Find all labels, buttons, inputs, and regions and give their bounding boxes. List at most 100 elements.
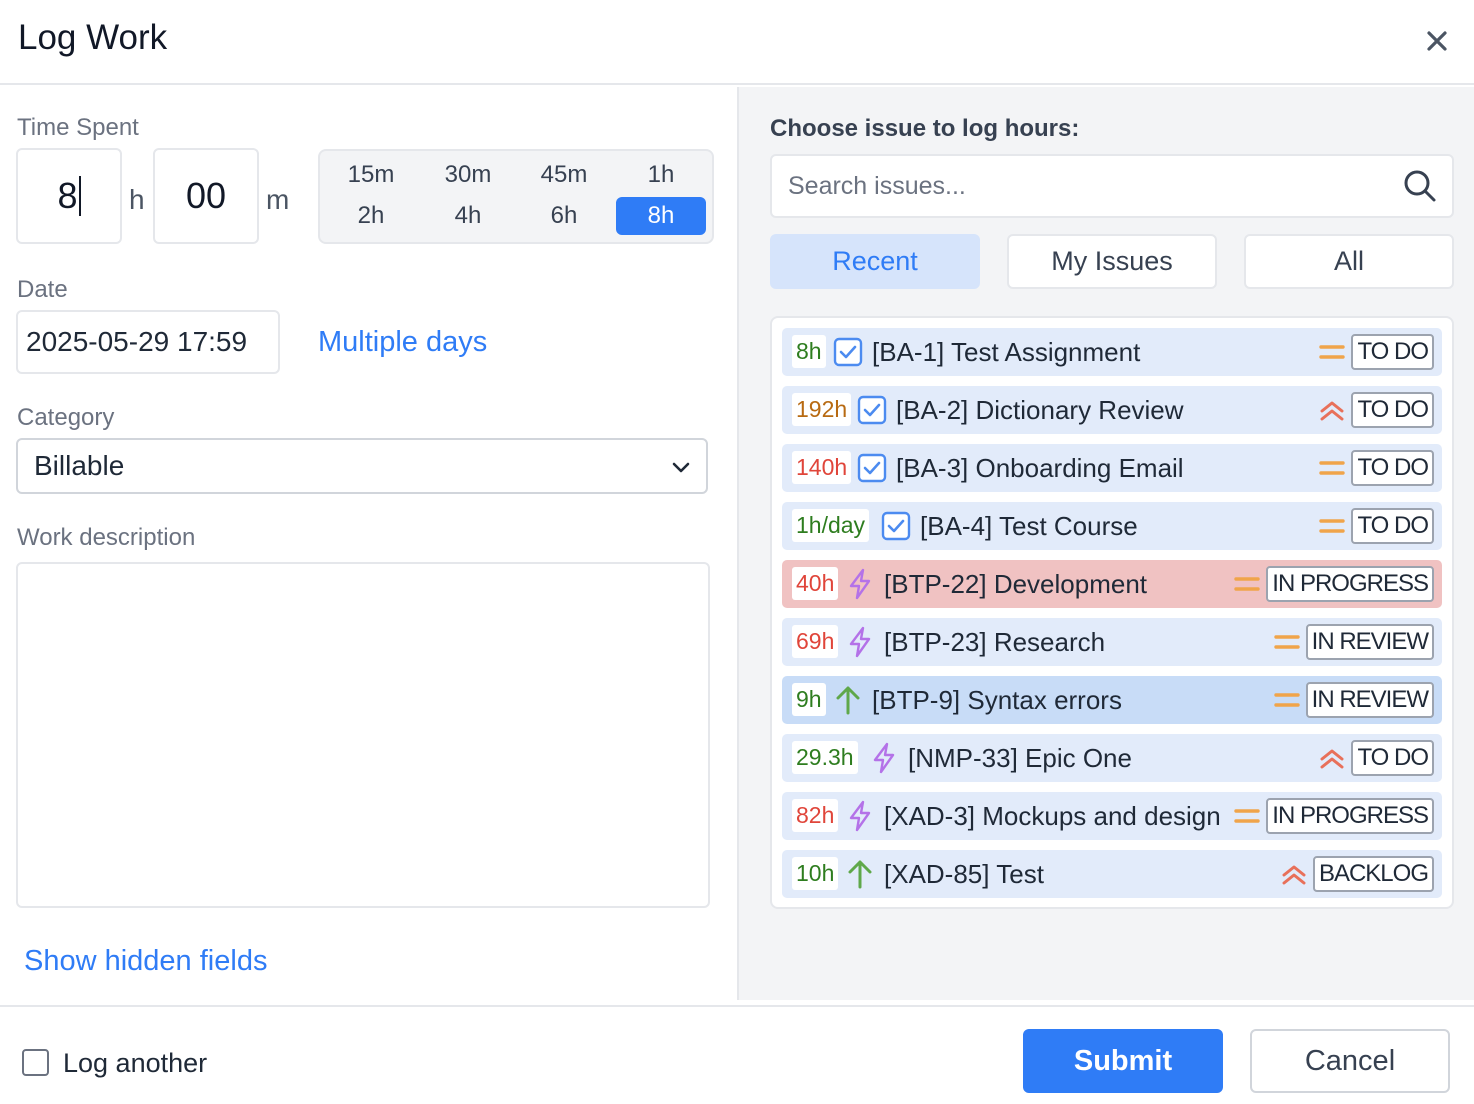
issue-row[interactable]: 1h/day [BA-4] Test Course TO DO [782, 502, 1442, 550]
issue-title: [BTP-9] Syntax errors [872, 685, 1122, 715]
dialog-header: Log Work [0, 0, 1474, 85]
hours-input[interactable]: 8 [16, 148, 122, 244]
preset-45m[interactable]: 45m [519, 156, 609, 194]
issue-hours-badge: 192h [792, 393, 852, 426]
close-button[interactable] [1418, 22, 1456, 60]
checkbox-icon [880, 510, 912, 542]
issue-hours-badge: 69h [792, 625, 839, 658]
issue-status-badge: IN PROGRESS [1266, 566, 1434, 602]
issue-row[interactable]: 10h [XAD-85] Test BACKLOG [782, 850, 1442, 898]
log-another-checkbox[interactable] [22, 1049, 49, 1076]
issue-status-badge: BACKLOG [1312, 856, 1434, 892]
minutes-input[interactable]: 00 [153, 148, 259, 244]
preset-8h[interactable]: 8h [616, 197, 706, 235]
issue-title: [BA-3] Onboarding Email [896, 453, 1184, 483]
issue-hours-badge: 10h [792, 857, 839, 890]
issue-row[interactable]: 82h [XAD-3] Mockups and design IN PROGRESS [782, 792, 1442, 840]
issue-picker-label: Choose issue to log hours: [770, 115, 1080, 142]
category-label: Category [17, 404, 115, 431]
issue-row[interactable]: 9h [BTP-9] Syntax errors IN REVIEW [782, 676, 1442, 724]
tab-recent[interactable]: Recent [770, 234, 980, 289]
lightning-icon [868, 742, 900, 774]
lightning-icon [844, 626, 876, 658]
hours-unit: h [129, 184, 145, 215]
issue-status-badge: TO DO [1351, 740, 1434, 776]
work-description-label: Work description [17, 524, 196, 551]
time-spent-label: Time Spent [17, 114, 139, 141]
issue-status-badge: TO DO [1351, 450, 1434, 486]
priority-medium-icon [1319, 514, 1345, 538]
log-form-panel: Time Spent 8 h 00 m 15m 30m 45m 1h 2h 4h… [0, 87, 737, 1005]
preset-15m[interactable]: 15m [326, 156, 416, 194]
priority-medium-icon [1319, 340, 1345, 364]
lightning-icon [844, 568, 876, 600]
arrow-up-icon [832, 684, 864, 716]
issue-title: [BA-4] Test Course [920, 511, 1138, 541]
category-value: Billable [34, 450, 125, 481]
issue-hours-badge: 29.3h [792, 741, 858, 774]
tab-all[interactable]: All [1244, 234, 1454, 289]
issue-status-badge: IN REVIEW [1305, 682, 1434, 718]
issue-search [770, 154, 1454, 218]
close-icon [1427, 31, 1447, 51]
lightning-icon [844, 800, 876, 832]
show-hidden-fields-link[interactable]: Show hidden fields [24, 945, 267, 978]
issue-status-badge: TO DO [1351, 392, 1434, 428]
issue-title: [BTP-22] Development [884, 569, 1148, 599]
tab-my-issues[interactable]: My Issues [1007, 234, 1217, 289]
issue-status-badge: TO DO [1351, 334, 1434, 370]
issue-row[interactable]: 29.3h [NMP-33] Epic One TO DO [782, 734, 1442, 782]
issue-row[interactable]: 140h [BA-3] Onboarding Email TO DO [782, 444, 1442, 492]
time-presets: 15m 30m 45m 1h 2h 4h 6h 8h [318, 149, 714, 244]
issue-hours-badge: 9h [792, 683, 826, 716]
preset-4h[interactable]: 4h [423, 197, 513, 235]
work-description-input[interactable] [16, 562, 710, 908]
search-icon[interactable] [1402, 168, 1438, 204]
submit-button[interactable]: Submit [1023, 1029, 1223, 1093]
cancel-button[interactable]: Cancel [1250, 1029, 1450, 1093]
preset-6h[interactable]: 6h [519, 197, 609, 235]
checkbox-icon [856, 394, 888, 426]
issue-hours-badge: 140h [792, 451, 852, 484]
priority-medium-icon [1274, 688, 1300, 712]
issue-status-badge: IN PROGRESS [1266, 798, 1434, 834]
minutes-value: 00 [185, 175, 227, 216]
issue-row[interactable]: 192h [BA-2] Dictionary Review TO DO [782, 386, 1442, 434]
minutes-unit: m [266, 184, 290, 215]
issue-status-badge: IN REVIEW [1305, 624, 1434, 660]
date-input[interactable]: 2025-05-29 17:59 [16, 310, 280, 374]
issue-title: [XAD-3] Mockups and design [884, 801, 1221, 831]
preset-2h[interactable]: 2h [326, 197, 416, 235]
priority-medium-icon [1319, 456, 1345, 480]
issue-title: [BTP-23] Research [884, 627, 1106, 657]
chevron-down-icon [672, 462, 690, 473]
dialog-title: Log Work [18, 18, 168, 57]
issue-hours-badge: 82h [792, 799, 839, 832]
checkbox-icon [856, 452, 888, 484]
issue-row[interactable]: 8h [BA-1] Test Assignment TO DO [782, 328, 1442, 376]
preset-1h[interactable]: 1h [616, 156, 706, 194]
issue-row[interactable]: 69h [BTP-23] Research IN REVIEW [782, 618, 1442, 666]
issue-hours-badge: 40h [792, 567, 839, 600]
issue-search-input[interactable] [772, 156, 1372, 216]
checkbox-icon [832, 336, 864, 368]
issue-row[interactable]: 40h [BTP-22] Development IN PROGRESS [782, 560, 1442, 608]
category-select[interactable]: Billable [16, 438, 708, 494]
issue-status-badge: TO DO [1351, 508, 1434, 544]
priority-high-icon [1319, 746, 1345, 770]
multiple-days-link[interactable]: Multiple days [318, 326, 487, 359]
log-another-label: Log another [63, 1048, 208, 1078]
issue-hours-badge: 8h [792, 335, 826, 368]
issue-title: [BA-2] Dictionary Review [896, 395, 1184, 425]
priority-medium-icon [1234, 572, 1260, 596]
issue-title: [XAD-85] Test [884, 859, 1044, 889]
hours-value: 8 [57, 175, 78, 216]
issue-title: [NMP-33] Epic One [908, 743, 1132, 773]
priority-medium-icon [1274, 630, 1300, 654]
priority-high-icon [1319, 398, 1345, 422]
priority-medium-icon [1234, 804, 1260, 828]
issue-list: 8h [BA-1] Test Assignment TO DO 192h [BA-2] … [770, 316, 1454, 909]
preset-30m[interactable]: 30m [423, 156, 513, 194]
issue-hours-badge: 1h/day [792, 509, 870, 542]
issue-picker-panel: Choose issue to log hours: Recent My Iss… [737, 87, 1474, 1000]
